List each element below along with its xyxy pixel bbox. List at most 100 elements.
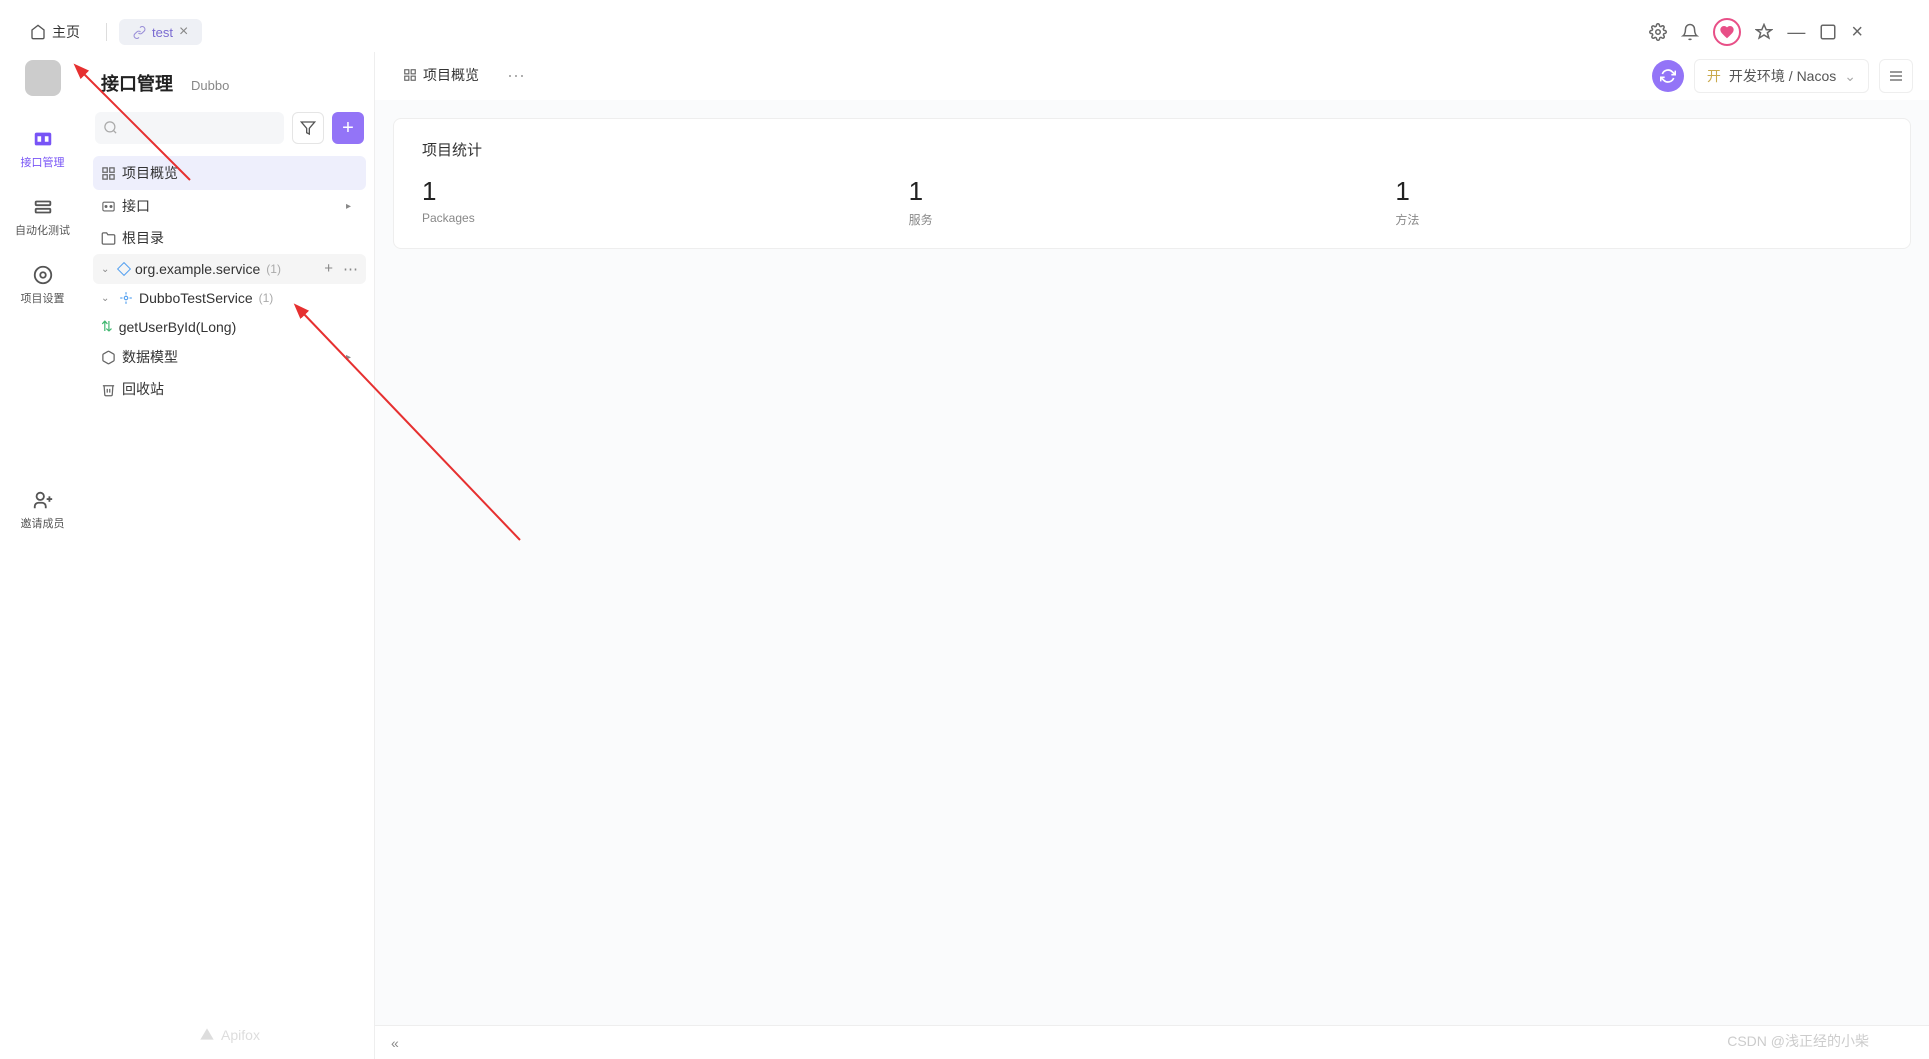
main-area: 项目概览 ⋯ 开 开发环境 / Nacos ⌄ 项目统计 <box>375 52 1929 1059</box>
sidebar-tree: 项目概览 接口 ▸ 根目录 ⌄ org.example.service (1) … <box>85 152 374 409</box>
tree-method-label: getUserById(Long) <box>119 319 237 335</box>
tab-separator <box>106 23 107 41</box>
tree-service-label: DubboTestService <box>139 290 253 306</box>
chevron-down-icon: ⌄ <box>101 293 113 304</box>
settings-icon[interactable] <box>1649 23 1667 41</box>
tab-close-icon[interactable]: × <box>179 23 188 41</box>
stat-value: 1 <box>422 176 909 207</box>
bell-icon[interactable] <box>1681 23 1699 41</box>
home-icon <box>30 24 46 40</box>
main-tab-label: 项目概览 <box>423 65 479 85</box>
test-icon <box>32 196 54 218</box>
service-icon <box>119 291 133 305</box>
method-icon: ⇅ <box>101 318 113 335</box>
nav-label: 项目设置 <box>21 290 65 306</box>
main-tab-overview[interactable]: 项目概览 <box>391 52 491 100</box>
nav-auto-test[interactable]: 自动化测试 <box>0 188 85 246</box>
titlebar <box>0 0 1929 12</box>
stats-card: 项目统计 1 Packages 1 服务 1 方法 <box>393 118 1911 249</box>
env-prefix: 开 <box>1707 66 1721 86</box>
overview-tab-icon <box>403 68 417 82</box>
brand-label: Apifox <box>221 1027 260 1043</box>
tree-service[interactable]: ⌄ DubboTestService (1) <box>93 284 366 312</box>
minimize-icon[interactable]: — <box>1787 22 1805 43</box>
tree-interfaces[interactable]: 接口 ▸ <box>93 190 366 222</box>
brand-footer: Apifox <box>85 1011 374 1059</box>
refresh-button[interactable] <box>1652 60 1684 92</box>
stat-packages: 1 Packages <box>422 176 909 228</box>
tree-overview-label: 项目概览 <box>122 163 178 183</box>
watermark: CSDN @浅正经的小柴 <box>1727 1031 1869 1051</box>
tree-package-label: org.example.service <box>135 261 260 277</box>
tab-more-icon[interactable]: ⋯ <box>507 66 527 87</box>
refresh-icon <box>1660 68 1676 84</box>
tab-home[interactable]: 主页 <box>16 18 94 46</box>
link-icon <box>133 26 146 39</box>
tab-home-label: 主页 <box>52 22 80 42</box>
stat-value: 1 <box>1395 176 1882 207</box>
stat-label: Packages <box>422 211 909 225</box>
nav-api-manage[interactable]: 接口管理 <box>0 120 85 178</box>
tree-root-label: 根目录 <box>122 228 164 248</box>
api-icon <box>32 128 54 150</box>
sidebar-title: 接口管理 <box>101 70 173 96</box>
nav-invite[interactable]: 邀请成员 <box>0 481 85 539</box>
search-icon <box>103 120 118 135</box>
nav-settings[interactable]: 项目设置 <box>0 256 85 314</box>
tree-method[interactable]: ⇅ getUserById(Long) <box>93 312 366 341</box>
package-icon <box>117 262 131 276</box>
invite-icon <box>32 489 54 511</box>
tree-recycle-label: 回收站 <box>122 379 164 399</box>
caret-icon: ▸ <box>346 201 358 212</box>
nav-label: 邀请成员 <box>21 515 65 531</box>
filter-button[interactable] <box>292 112 324 144</box>
folder-icon <box>101 231 116 246</box>
add-child-icon[interactable]: + <box>324 260 333 278</box>
stat-services: 1 服务 <box>909 176 1396 228</box>
workspace-avatar[interactable] <box>25 60 61 96</box>
search-input[interactable] <box>95 112 284 144</box>
maximize-icon[interactable] <box>1819 23 1837 41</box>
stat-value: 1 <box>909 176 1396 207</box>
close-icon[interactable]: × <box>1851 21 1863 44</box>
menu-icon <box>1888 68 1904 84</box>
stat-methods: 1 方法 <box>1395 176 1882 228</box>
stat-label: 方法 <box>1395 211 1882 228</box>
api-tree-icon <box>101 199 116 214</box>
main-tabs: 项目概览 ⋯ 开 开发环境 / Nacos ⌄ <box>375 52 1929 100</box>
trash-icon <box>101 382 116 397</box>
tree-recycle[interactable]: 回收站 <box>93 373 366 405</box>
datamodel-icon <box>101 350 116 365</box>
stats-title: 项目统计 <box>422 139 1882 160</box>
tree-datamodel-label: 数据模型 <box>122 347 340 367</box>
tab-test[interactable]: test × <box>119 19 202 45</box>
tree-datamodel[interactable]: 数据模型 ▸ <box>93 341 366 373</box>
caret-icon: ▸ <box>346 352 358 363</box>
tree-package[interactable]: ⌄ org.example.service (1) + ⋯ <box>93 254 366 284</box>
env-selector[interactable]: 开 开发环境 / Nacos ⌄ <box>1694 59 1869 93</box>
heart-icon[interactable] <box>1713 18 1741 46</box>
sidebar-subtype: Dubbo <box>191 78 229 93</box>
tree-package-count: (1) <box>266 262 281 276</box>
chevron-down-icon: ⌄ <box>1844 68 1856 85</box>
more-icon[interactable]: ⋯ <box>343 260 358 278</box>
nav-label: 接口管理 <box>21 154 65 170</box>
settings-nav-icon <box>32 264 54 286</box>
chevron-down-icon: ⌄ <box>101 264 113 275</box>
left-nav: 接口管理 自动化测试 项目设置 邀请成员 <box>0 52 85 1059</box>
stat-label: 服务 <box>909 211 1396 228</box>
overview-icon <box>101 166 116 181</box>
brand-icon <box>199 1027 215 1043</box>
env-label: 开发环境 / Nacos <box>1729 66 1836 86</box>
sidebar: 接口管理 Dubbo + 项目概览 接口 ▸ <box>85 52 375 1059</box>
collapse-button[interactable]: « <box>391 1035 399 1051</box>
tree-overview[interactable]: 项目概览 <box>93 156 366 190</box>
tree-root-folder[interactable]: 根目录 <box>93 222 366 254</box>
pin-icon[interactable] <box>1755 23 1773 41</box>
tree-interfaces-label: 接口 <box>122 196 340 216</box>
tab-test-label: test <box>152 25 173 40</box>
add-button[interactable]: + <box>332 112 364 144</box>
tree-service-count: (1) <box>259 291 274 305</box>
app-tabbar: 主页 test × — × <box>0 12 1929 52</box>
menu-button[interactable] <box>1879 59 1913 93</box>
